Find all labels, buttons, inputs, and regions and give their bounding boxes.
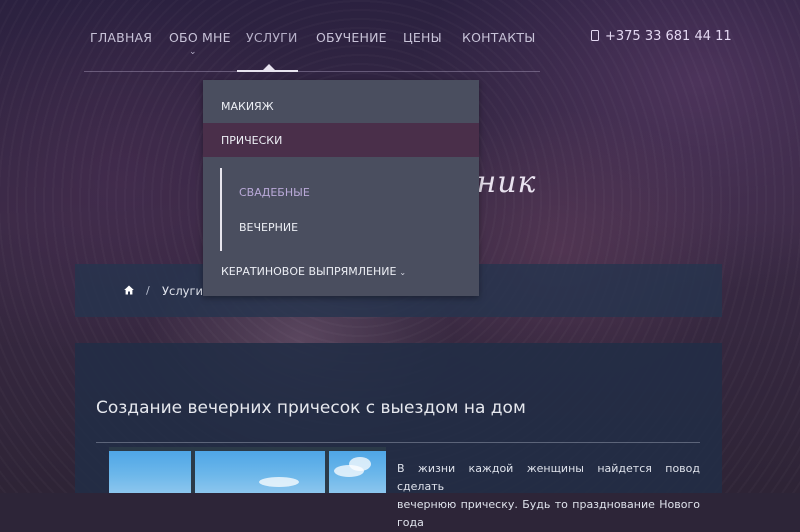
nav-training[interactable]: ОБУЧЕНИЕ [316, 30, 387, 45]
nav-about[interactable]: ОБО МНЕ [169, 30, 231, 45]
submenu-item-wedding[interactable]: СВАДЕБНЫЕ [239, 186, 310, 199]
nav-services[interactable]: УСЛУГИ [246, 30, 298, 45]
phone-icon [591, 30, 599, 41]
menu-item-makeup[interactable]: МАКИЯЖ [203, 89, 479, 123]
menu-item-label: ПРИЧЕСКИ [221, 134, 283, 147]
services-dropdown: МАКИЯЖ ПРИЧЕСКИ СВАДЕБНЫЕ ВЕЧЕРНИЕ КЕРАТ… [203, 80, 479, 296]
menu-item-keratin[interactable]: КЕРАТИНОВОЕ ВЫПРЯМЛЕНИЕ ⌄ [203, 254, 479, 288]
article-text-line: вечернюю прическу. Будь то празднование … [397, 498, 700, 529]
nav-active-underline [237, 70, 298, 72]
menu-item-label: КЕРАТИНОВОЕ ВЫПРЯМЛЕНИЕ ⌄ [221, 265, 407, 278]
nav-home[interactable]: ГЛАВНАЯ [90, 30, 152, 45]
article-text-line: В жизни каждой женщины найдется повод сд… [397, 462, 700, 493]
submenu-item-evening[interactable]: ВЕЧЕРНИЕ [239, 221, 298, 234]
chevron-down-icon: ⌄ [189, 47, 197, 57]
breadcrumb-services-link[interactable]: Услуги [162, 284, 203, 298]
article-image [109, 447, 386, 493]
menu-item-hairstyles[interactable]: ПРИЧЕСКИ [203, 123, 479, 157]
nav-contacts[interactable]: КОНТАКТЫ [462, 30, 535, 45]
home-icon[interactable] [124, 285, 134, 295]
submenu-indicator [220, 168, 222, 251]
title-divider [96, 442, 700, 443]
nav-divider [84, 71, 540, 72]
article-text: В жизни каждой женщины найдется повод сд… [397, 460, 700, 532]
breadcrumb-separator: / [146, 284, 150, 297]
phone-link[interactable]: +375 33 681 44 11 [591, 29, 732, 44]
page-title: Создание вечерних причесок с выездом на … [96, 398, 526, 418]
chevron-down-icon: ⌄ [399, 268, 407, 277]
nav-prices[interactable]: ЦЕНЫ [403, 30, 442, 45]
phone-number: +375 33 681 44 11 [605, 29, 732, 44]
nav-active-caret [263, 64, 275, 70]
menu-item-label: МАКИЯЖ [221, 100, 274, 113]
